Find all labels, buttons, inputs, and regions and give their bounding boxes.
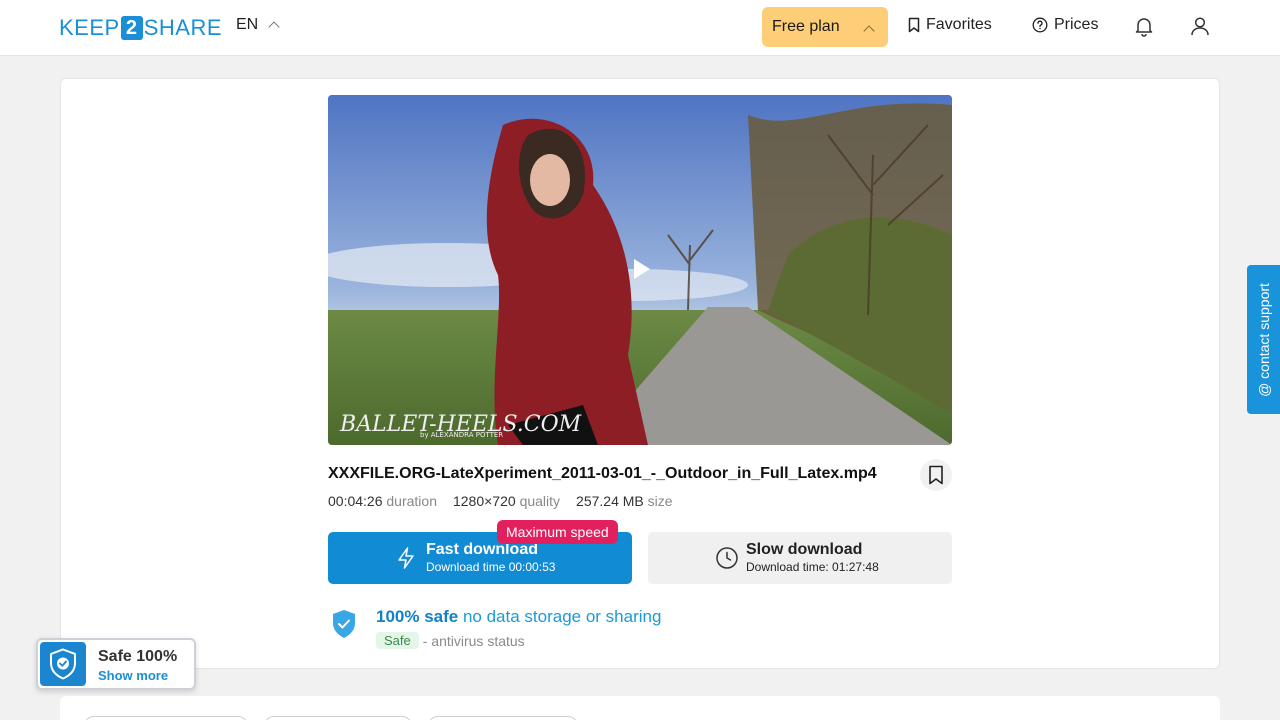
language-label: EN <box>236 16 259 33</box>
maximum-speed-badge: Maximum speed <box>497 520 618 544</box>
safety-message: 100% safe no data storage or sharing <box>376 607 661 627</box>
fast-download-text: Fast download Download time 00:00:53 <box>426 541 555 575</box>
antivirus-status: Safe - antivirus status <box>376 632 525 649</box>
watermark-subtext: by ALEXANDRA POTTER <box>420 431 503 439</box>
free-plan-button[interactable]: Free plan <box>762 7 888 47</box>
safety-rest: no data storage or sharing <box>462 607 662 626</box>
bookmark-icon <box>908 17 920 33</box>
prices-link[interactable]: Prices <box>1032 16 1098 34</box>
language-selector[interactable]: EN <box>236 16 280 34</box>
safe-widget-title: Safe 100% <box>98 648 178 665</box>
keep2share-logo[interactable]: KEEP 2 SHARE <box>59 15 222 41</box>
antivirus-status-text: - antivirus status <box>422 632 525 649</box>
size-info: 257.24 MB size <box>576 493 673 509</box>
show-more-link[interactable]: Show more <box>98 668 168 683</box>
shield-check-icon <box>50 648 76 680</box>
notifications-button[interactable] <box>1132 14 1156 38</box>
shield-check-icon <box>333 610 355 638</box>
free-plan-label: Free plan <box>772 18 840 35</box>
quality-label: quality <box>519 493 561 509</box>
user-icon <box>1191 17 1209 36</box>
fast-download-time: Download time 00:00:53 <box>426 560 556 574</box>
size-label: size <box>647 493 673 509</box>
quality-info: 1280×720 quality <box>453 493 560 509</box>
favorites-link[interactable]: Favorites <box>908 16 992 34</box>
logo-text-left: KEEP <box>59 15 120 40</box>
chevron-up-icon <box>863 25 875 37</box>
size-value: 257.24 MB <box>576 493 644 509</box>
lightning-icon <box>398 547 414 569</box>
slow-download-title: Slow download <box>746 541 863 558</box>
contact-support-label: @ contact support <box>1255 282 1272 397</box>
logo-two-box: 2 <box>120 16 143 40</box>
slow-download-text: Slow download Download time: 01:27:48 <box>746 541 879 575</box>
safe-badge: Safe <box>376 632 419 649</box>
slow-download-button[interactable]: Slow download Download time: 01:27:48 <box>648 532 952 584</box>
bell-icon <box>1135 18 1153 37</box>
video-preview[interactable]: BALLET-HEELS.COM by ALEXANDRA POTTER <box>328 95 952 445</box>
slow-download-time: Download time: 01:27:48 <box>746 560 879 574</box>
file-meta: 00:04:26 duration 1280×720 quality 257.2… <box>328 493 673 509</box>
bookmark-icon <box>929 465 943 485</box>
logo-text-right: SHARE <box>143 15 222 40</box>
duration-value: 00:04:26 <box>328 493 383 509</box>
tag-pill[interactable] <box>264 716 412 720</box>
favorites-label: Favorites <box>926 16 992 33</box>
safe-widget-icon-box <box>40 642 86 686</box>
quality-value: 1280×720 <box>452 493 516 509</box>
clock-icon <box>716 547 738 569</box>
safe-widget[interactable]: Safe 100% Show more <box>36 638 196 690</box>
prices-label: Prices <box>1054 16 1099 33</box>
help-circle-icon <box>1032 17 1048 33</box>
video-thumbnail: BALLET-HEELS.COM by ALEXANDRA POTTER <box>328 95 952 445</box>
top-header: KEEP 2 SHARE EN Free plan Favorites Pric… <box>0 0 1280 56</box>
duration-info: 00:04:26 duration <box>328 493 437 509</box>
file-name: XXXFILE.ORG-LateXperiment_2011-03-01_-_O… <box>328 465 877 482</box>
tag-pill[interactable] <box>428 716 578 720</box>
safety-bold: 100% safe <box>376 607 459 626</box>
duration-label: duration <box>386 493 437 509</box>
contact-support-tab[interactable]: @ contact support <box>1247 265 1280 414</box>
account-button[interactable] <box>1188 14 1212 38</box>
add-favorite-button[interactable] <box>920 459 952 491</box>
chevron-up-icon <box>268 21 280 33</box>
tag-pill[interactable] <box>84 716 248 720</box>
